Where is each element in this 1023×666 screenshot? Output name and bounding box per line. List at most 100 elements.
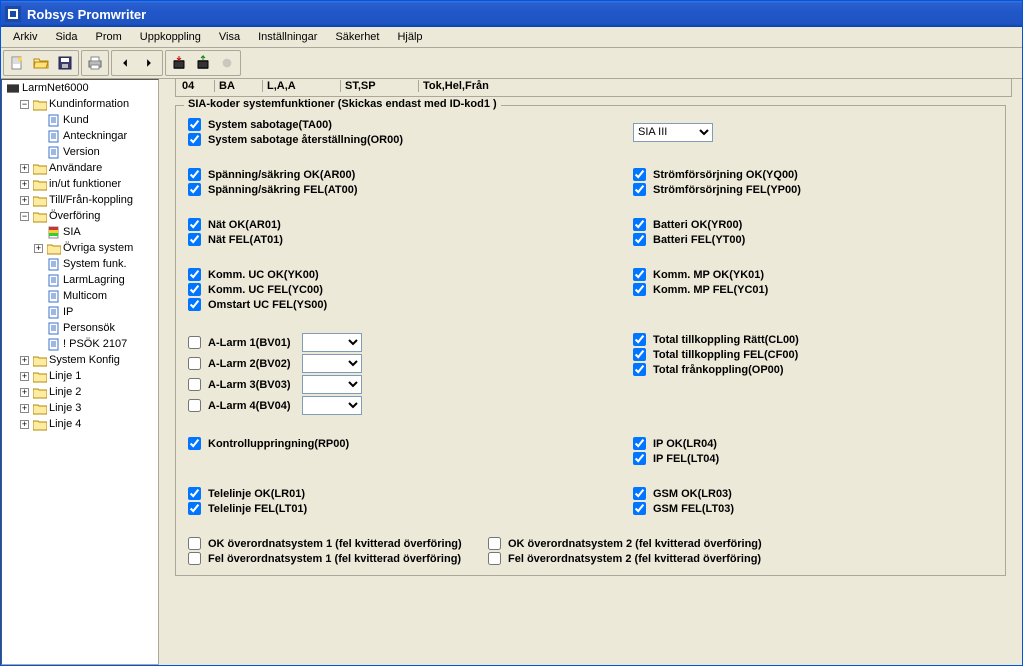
- chk-nat-ok[interactable]: Nät OK(AR01): [188, 218, 633, 231]
- chk-komm-uc-fel[interactable]: Komm. UC FEL(YC00): [188, 283, 633, 296]
- menu-sida[interactable]: Sida: [47, 29, 85, 45]
- chk-ip-ok[interactable]: IP OK(LR04): [633, 437, 993, 450]
- chk-alarm4[interactable]: A-Larm 4(BV04): [188, 396, 633, 415]
- alarm3-select[interactable]: [302, 375, 362, 394]
- nav-tree[interactable]: LarmNet6000 − Kundinformation Kund Ante: [1, 79, 159, 665]
- chk-span-ok[interactable]: Spänning/säkring OK(AR00): [188, 168, 633, 181]
- chk-system-sabotage-rst[interactable]: System sabotage återställning(OR00): [188, 133, 621, 146]
- chk-system-sabotage-input[interactable]: [188, 118, 201, 131]
- chk-batt-ok-input[interactable]: [633, 218, 646, 231]
- chk-tele-fel-input[interactable]: [188, 502, 201, 515]
- chk-komm-mp-fel[interactable]: Komm. MP FEL(YC01): [633, 283, 993, 296]
- alarm2-select[interactable]: [302, 354, 362, 373]
- chk-ip-fel[interactable]: IP FEL(LT04): [633, 452, 993, 465]
- chk-komm-uc-ok[interactable]: Komm. UC OK(YK00): [188, 268, 633, 281]
- chk-system-sabotage[interactable]: System sabotage(TA00): [188, 118, 621, 131]
- menu-arkiv[interactable]: Arkiv: [5, 29, 45, 45]
- chk-tot-ratt-input[interactable]: [633, 333, 646, 346]
- tree-ovriga[interactable]: +Övriga system: [32, 240, 158, 256]
- chk-tele-fel[interactable]: Telelinje FEL(LT01): [188, 502, 633, 515]
- chk-gsm-fel[interactable]: GSM FEL(LT03): [633, 502, 993, 515]
- expand-icon[interactable]: +: [34, 244, 43, 253]
- toolbar-chip-upload-button[interactable]: [191, 52, 215, 74]
- tree-overforing[interactable]: −Överföring: [18, 208, 158, 224]
- tree-ip[interactable]: IP: [32, 304, 158, 320]
- tree-root[interactable]: LarmNet6000: [4, 80, 158, 96]
- menu-sakerhet[interactable]: Säkerhet: [327, 29, 387, 45]
- tree-linje3[interactable]: +Linje 3: [18, 400, 158, 416]
- toolbar-prev-button[interactable]: [113, 52, 137, 74]
- alarm1-select[interactable]: [302, 333, 362, 352]
- chk-tot-fel-input[interactable]: [633, 348, 646, 361]
- chk-ip-fel-input[interactable]: [633, 452, 646, 465]
- expand-icon[interactable]: +: [20, 356, 29, 365]
- chk-tele-ok[interactable]: Telelinje OK(LR01): [188, 487, 633, 500]
- chk-tot-fel[interactable]: Total tillkoppling FEL(CF00): [633, 348, 993, 361]
- chk-gsm-ok-input[interactable]: [633, 487, 646, 500]
- tree-psok[interactable]: ! PSÖK 2107: [32, 336, 158, 352]
- chk-strom-fel[interactable]: Strömförsörjning FEL(YP00): [633, 183, 993, 196]
- chk-alarm2-input[interactable]: [188, 357, 201, 370]
- expand-icon[interactable]: +: [20, 164, 29, 173]
- chk-system-sabotage-rst-input[interactable]: [188, 133, 201, 146]
- chk-fel-over1-input[interactable]: [188, 552, 201, 565]
- chk-nat-ok-input[interactable]: [188, 218, 201, 231]
- chk-span-fel[interactable]: Spänning/säkring FEL(AT00): [188, 183, 633, 196]
- expand-icon[interactable]: +: [20, 196, 29, 205]
- tree-kund[interactable]: Kund: [32, 112, 158, 128]
- menu-prom[interactable]: Prom: [87, 29, 129, 45]
- tree-anvandare[interactable]: +Användare: [18, 160, 158, 176]
- chk-ok-over1-input[interactable]: [188, 537, 201, 550]
- chk-ok-over2-input[interactable]: [488, 537, 501, 550]
- chk-alarm1[interactable]: A-Larm 1(BV01): [188, 333, 633, 352]
- chk-tot-fran-input[interactable]: [633, 363, 646, 376]
- tree-linje1[interactable]: +Linje 1: [18, 368, 158, 384]
- toolbar-chip-download-button[interactable]: [167, 52, 191, 74]
- chk-tele-ok-input[interactable]: [188, 487, 201, 500]
- chk-omstart-uc[interactable]: Omstart UC FEL(YS00): [188, 298, 633, 311]
- menu-installningar[interactable]: Inställningar: [250, 29, 325, 45]
- chk-komm-uc-fel-input[interactable]: [188, 283, 201, 296]
- alarm4-select[interactable]: [302, 396, 362, 415]
- chk-span-ok-input[interactable]: [188, 168, 201, 181]
- chk-fel-over2-input[interactable]: [488, 552, 501, 565]
- chk-batt-fel[interactable]: Batteri FEL(YT00): [633, 233, 993, 246]
- chk-alarm1-input[interactable]: [188, 336, 201, 349]
- chk-gsm-ok[interactable]: GSM OK(LR03): [633, 487, 993, 500]
- tree-linje2[interactable]: +Linje 2: [18, 384, 158, 400]
- chk-fel-over2[interactable]: Fel överordnatsystem 2 (fel kvitterad öv…: [488, 552, 848, 565]
- chk-tot-ratt[interactable]: Total tillkoppling Rätt(CL00): [633, 333, 993, 346]
- sia-version-select[interactable]: SIA III: [633, 123, 713, 142]
- chk-span-fel-input[interactable]: [188, 183, 201, 196]
- chk-batt-fel-input[interactable]: [633, 233, 646, 246]
- menu-visa[interactable]: Visa: [211, 29, 248, 45]
- chk-batt-ok[interactable]: Batteri OK(YR00): [633, 218, 993, 231]
- chk-alarm3-input[interactable]: [188, 378, 201, 391]
- chk-alarm3[interactable]: A-Larm 3(BV03): [188, 375, 633, 394]
- chk-strom-fel-input[interactable]: [633, 183, 646, 196]
- chk-nat-fel[interactable]: Nät FEL(AT01): [188, 233, 633, 246]
- chk-komm-mp-ok-input[interactable]: [633, 268, 646, 281]
- tree-kundinformation[interactable]: − Kundinformation: [18, 96, 158, 112]
- tree-version[interactable]: Version: [32, 144, 158, 160]
- expand-icon[interactable]: +: [20, 180, 29, 189]
- chk-strom-ok-input[interactable]: [633, 168, 646, 181]
- menu-hjalp[interactable]: Hjälp: [389, 29, 430, 45]
- chk-ip-ok-input[interactable]: [633, 437, 646, 450]
- expand-icon[interactable]: +: [20, 388, 29, 397]
- tree-personsok[interactable]: Personsök: [32, 320, 158, 336]
- chk-gsm-fel-input[interactable]: [633, 502, 646, 515]
- tree-tillfran[interactable]: +Till/Från-koppling: [18, 192, 158, 208]
- chk-komm-mp-ok[interactable]: Komm. MP OK(YK01): [633, 268, 993, 281]
- toolbar-next-button[interactable]: [137, 52, 161, 74]
- chk-komm-mp-fel-input[interactable]: [633, 283, 646, 296]
- collapse-icon[interactable]: −: [20, 212, 29, 221]
- toolbar-open-button[interactable]: [29, 52, 53, 74]
- tree-systemkonfig[interactable]: +System Konfig: [18, 352, 158, 368]
- expand-icon[interactable]: +: [20, 420, 29, 429]
- tree-sysfunk[interactable]: System funk.: [32, 256, 158, 272]
- tree-inut[interactable]: +in/ut funktioner: [18, 176, 158, 192]
- collapse-icon[interactable]: −: [20, 100, 29, 109]
- expand-icon[interactable]: +: [20, 372, 29, 381]
- chk-kontroll-input[interactable]: [188, 437, 201, 450]
